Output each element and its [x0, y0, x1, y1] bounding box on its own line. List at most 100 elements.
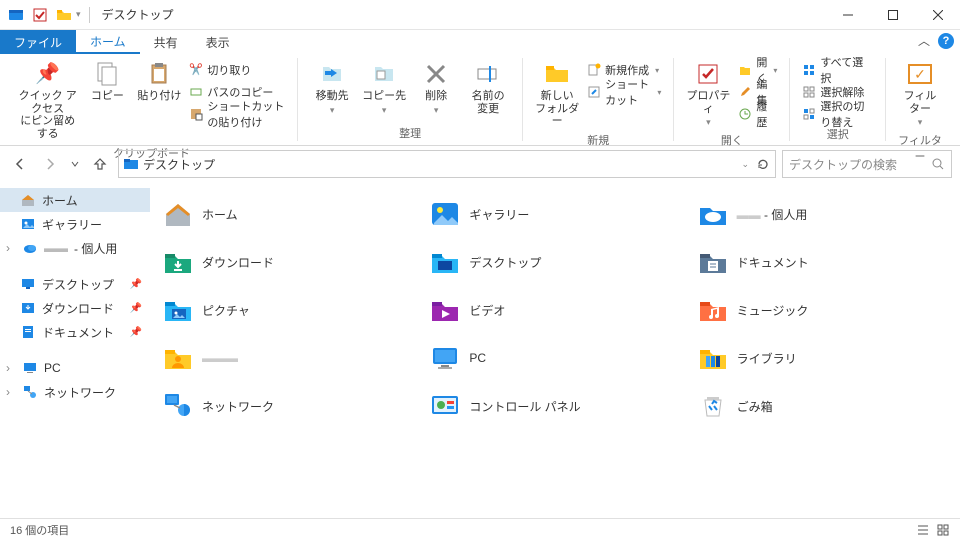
- copyto-button[interactable]: コピー先▾: [362, 60, 406, 115]
- window-title: デスクトップ: [102, 6, 174, 23]
- sidebar-item-network[interactable]: ›ネットワーク: [0, 380, 150, 404]
- sidebar-item-desktop[interactable]: デスクトップ📌: [0, 272, 150, 296]
- content-area: ホーム ギャラリー ▬▬ - 個人用 ダウンロード デスクトップ ドキュメント …: [150, 182, 960, 518]
- item-user[interactable]: ▬▬▬: [154, 334, 421, 382]
- group-open: プロパティ▾ 開く▾ 編集 履歴 開く: [674, 58, 790, 141]
- pin-indicator-icon: 📌: [130, 279, 142, 290]
- status-bar: 16 個の項目: [0, 518, 960, 540]
- forward-button[interactable]: [38, 152, 62, 176]
- item-pc[interactable]: PC: [421, 334, 688, 382]
- newshortcut-button[interactable]: ショートカット▾: [583, 82, 665, 102]
- delete-button[interactable]: 削除▾: [414, 60, 458, 115]
- pasteshortcut-button[interactable]: ショートカットの貼り付け: [185, 104, 289, 124]
- pin-icon: 📌: [34, 60, 62, 88]
- sidebar-item-downloads[interactable]: ダウンロード📌: [0, 296, 150, 320]
- properties-icon: [694, 60, 722, 88]
- tab-file[interactable]: ファイル: [0, 30, 76, 54]
- moveto-button[interactable]: 移動先▾: [310, 60, 354, 115]
- group-label-new: 新規: [531, 130, 665, 148]
- item-videos[interactable]: ビデオ: [421, 286, 688, 334]
- desktop-icon: [20, 276, 36, 292]
- crumb-text: デスクトップ: [143, 156, 215, 173]
- view-buttons: [916, 523, 950, 537]
- chevron-right-icon: ›: [6, 361, 16, 375]
- copy-button[interactable]: コピー: [85, 60, 129, 103]
- group-label-open: 開く: [682, 130, 781, 148]
- history-button[interactable]: 履歴: [734, 104, 781, 124]
- sidebar-item-gallery[interactable]: ギャラリー: [0, 212, 150, 236]
- document-icon: [20, 324, 36, 340]
- close-button[interactable]: [915, 0, 960, 30]
- filter-button[interactable]: ✓ フィル ター▾: [898, 60, 942, 128]
- tab-share[interactable]: 共有: [140, 30, 192, 54]
- selectall-icon: [802, 63, 816, 77]
- selectall-button[interactable]: すべて選択: [798, 60, 877, 80]
- home-icon: [162, 198, 194, 230]
- item-recyclebin[interactable]: ごみ箱: [689, 382, 956, 430]
- item-music[interactable]: ミュージック: [689, 286, 956, 334]
- item-personal[interactable]: ▬▬ - 個人用: [689, 190, 956, 238]
- sidebar-item-home[interactable]: ホーム: [0, 188, 150, 212]
- music-folder-icon: [697, 294, 729, 326]
- delete-icon: [422, 60, 450, 88]
- selectnone-icon: [802, 85, 816, 99]
- item-desktop[interactable]: デスクトップ: [421, 238, 688, 286]
- sidebar-item-documents[interactable]: ドキュメント📌: [0, 320, 150, 344]
- newfolder-button[interactable]: 新しい フォルダー: [535, 60, 579, 128]
- tab-view[interactable]: 表示: [192, 30, 244, 54]
- breadcrumb[interactable]: デスクトップ ⌄: [118, 150, 776, 178]
- item-documents[interactable]: ドキュメント: [689, 238, 956, 286]
- maximize-button[interactable]: [870, 0, 915, 30]
- desktop-folder-icon: [429, 246, 461, 278]
- rename-button[interactable]: 名前の 変更: [466, 60, 510, 115]
- back-button[interactable]: [8, 152, 32, 176]
- refresh-button[interactable]: [755, 156, 771, 172]
- sidebar-item-pc[interactable]: ›PC: [0, 356, 150, 380]
- pin-quickaccess-button[interactable]: 📌 クイック アクセス にピン留めする: [18, 60, 77, 141]
- cut-button[interactable]: ✂️切り取り: [185, 60, 289, 80]
- properties-button[interactable]: プロパティ▾: [686, 60, 730, 128]
- paste-icon: [145, 60, 173, 88]
- invert-button[interactable]: 選択の切り替え: [798, 104, 877, 124]
- title-separator: [89, 7, 90, 23]
- minimize-button[interactable]: [825, 0, 870, 30]
- moveto-icon: [318, 60, 346, 88]
- recent-dropdown[interactable]: [68, 152, 82, 176]
- paste-button[interactable]: 貼り付け: [137, 60, 181, 103]
- crumb-dropdown-icon[interactable]: ⌄: [741, 159, 749, 170]
- qat-properties-icon[interactable]: [32, 7, 48, 23]
- help-icon[interactable]: ?: [938, 33, 954, 49]
- details-view-button[interactable]: [916, 523, 930, 537]
- pin-indicator-icon: 📌: [130, 327, 142, 338]
- pc-icon: [22, 360, 38, 376]
- copyto-icon: [370, 60, 398, 88]
- item-controlpanel[interactable]: コントロール パネル: [421, 382, 688, 430]
- item-home[interactable]: ホーム: [154, 190, 421, 238]
- copy-icon: [93, 60, 121, 88]
- item-libraries[interactable]: ライブラリ: [689, 334, 956, 382]
- user-folder-icon: [162, 342, 194, 374]
- filter-icon: ✓: [906, 60, 934, 88]
- newitem-icon: [587, 63, 601, 77]
- qat-dropdown-icon[interactable]: ▾: [76, 9, 81, 20]
- shortcut-icon: [189, 107, 203, 121]
- item-network[interactable]: ネットワーク: [154, 382, 421, 430]
- item-gallery[interactable]: ギャラリー: [421, 190, 688, 238]
- scissors-icon: ✂️: [189, 63, 203, 77]
- videos-folder-icon: [429, 294, 461, 326]
- network-icon: [162, 390, 194, 422]
- item-downloads[interactable]: ダウンロード: [154, 238, 421, 286]
- rename-icon: [474, 60, 502, 88]
- nav-bar: デスクトップ ⌄ デスクトップの検索: [0, 146, 960, 182]
- qat-folder-icon[interactable]: [56, 7, 72, 23]
- thumbnail-view-button[interactable]: [936, 523, 950, 537]
- up-button[interactable]: [88, 152, 112, 176]
- download-icon: [20, 300, 36, 316]
- folder-icon: [543, 60, 571, 88]
- collapse-ribbon-icon[interactable]: ︿: [918, 32, 930, 49]
- item-pictures[interactable]: ピクチャ: [154, 286, 421, 334]
- tab-home[interactable]: ホーム: [76, 30, 140, 54]
- group-label-organize: 整理: [306, 123, 514, 141]
- sidebar-item-personal[interactable]: ›▬▬- 個人用: [0, 236, 150, 260]
- search-input[interactable]: デスクトップの検索: [782, 150, 952, 178]
